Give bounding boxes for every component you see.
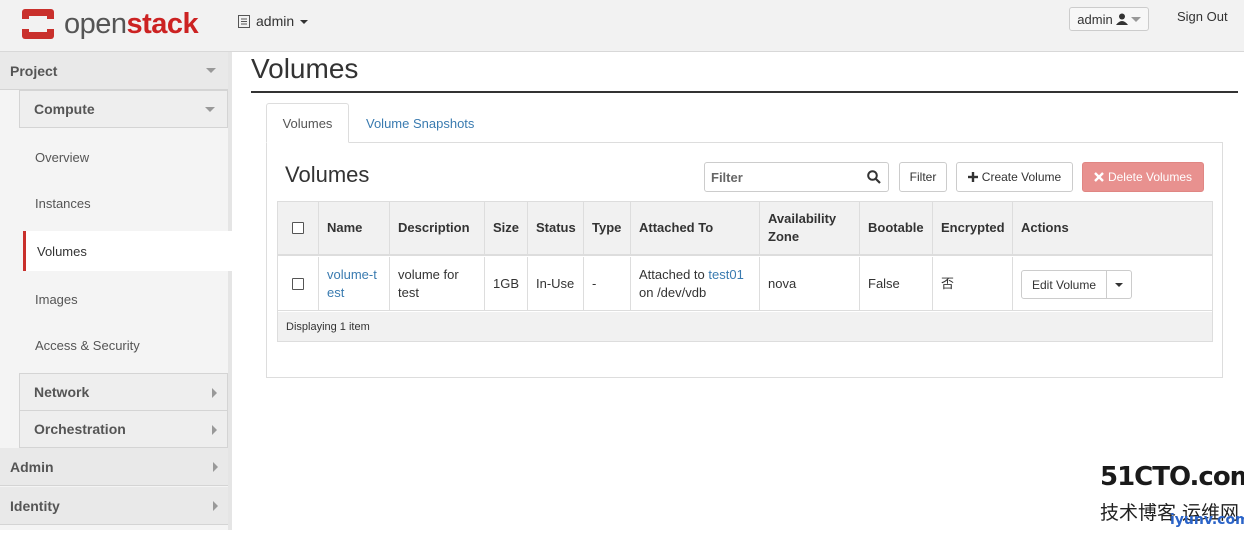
sidebar-group-label: Compute [34, 101, 95, 117]
sidebar-item-overview[interactable]: Overview [23, 137, 228, 177]
title-divider [251, 91, 1238, 93]
sidebar-item-volumes[interactable]: Volumes [23, 231, 232, 271]
sidebar-item-access-security[interactable]: Access & Security [23, 325, 228, 365]
chevron-down-icon [1115, 283, 1123, 287]
chevron-right-icon [212, 388, 217, 398]
cell-bootable: False [860, 257, 933, 310]
tab-volumes[interactable]: Volumes [266, 103, 349, 143]
search-icon[interactable] [867, 170, 881, 184]
project-switcher-label: admin [256, 13, 295, 29]
row-actions-dropdown-toggle[interactable] [1107, 270, 1132, 299]
cell-type: - [584, 257, 631, 310]
filter-input[interactable] [705, 163, 865, 191]
sidebar-section-identity[interactable]: Identity [0, 487, 228, 525]
plus-icon [967, 172, 978, 182]
column-header-name[interactable]: Name [319, 202, 390, 254]
select-all-checkbox[interactable] [292, 222, 304, 234]
cell-description: volume for test [390, 257, 485, 310]
openstack-logo-icon [20, 9, 56, 39]
sidebar-item-label: Instances [35, 195, 91, 211]
chevron-right-icon [212, 425, 217, 435]
column-header-attached-to[interactable]: Attached To [631, 202, 760, 254]
watermark-url: iyunv.com [1170, 512, 1244, 528]
column-header-encrypted[interactable]: Encrypted [933, 202, 1013, 254]
filter-box [704, 162, 889, 192]
filter-button[interactable]: Filter [899, 162, 947, 192]
watermark-logo-text: 51CTO.com [1100, 462, 1244, 492]
chevron-down-icon [1130, 16, 1141, 22]
table-title: Volumes [285, 162, 370, 187]
chevron-down-icon [205, 107, 215, 112]
row-checkbox[interactable] [292, 277, 304, 290]
sidebar-item-instances[interactable]: Instances [23, 183, 228, 223]
tab-volume-snapshots[interactable]: Volume Snapshots [358, 103, 482, 143]
table-row: volume-test volume for test 1GB In-Use -… [278, 257, 1212, 311]
column-header-actions: Actions [1021, 220, 1069, 235]
sign-out-link[interactable]: Sign Out [1177, 9, 1228, 24]
column-header-availability-zone[interactable]: Availability Zone [760, 202, 860, 254]
logo-text: openstack [64, 7, 199, 40]
user-menu-button[interactable]: admin [1069, 7, 1149, 31]
column-header-bootable[interactable]: Bootable [860, 202, 933, 254]
column-header-description[interactable]: Description [390, 202, 485, 254]
sidebar-item-images[interactable]: Images [23, 279, 228, 319]
close-icon [1094, 172, 1104, 182]
column-header-size[interactable]: Size [485, 202, 528, 254]
project-list-icon [238, 14, 250, 28]
cell-status: In-Use [528, 257, 584, 310]
create-volume-label: Create Volume [981, 170, 1062, 184]
attached-device: on /dev/vdb [639, 284, 707, 300]
watermark: 51CTO.com 技术博客 运维网 iyunv.com [1100, 462, 1244, 532]
sidebar-item-label: Images [35, 291, 78, 307]
sidebar-group-orchestration[interactable]: Orchestration [19, 410, 228, 448]
sidebar-group-label: Network [34, 384, 90, 400]
create-volume-button[interactable]: Create Volume [956, 162, 1073, 192]
project-switcher[interactable]: admin [238, 13, 309, 29]
chevron-down-icon [206, 68, 216, 73]
delete-volumes-label: Delete Volumes [1107, 170, 1193, 184]
sidebar-item-label: Volumes [37, 243, 87, 259]
table-header-row: Name Description Size Status Type Attach… [278, 202, 1212, 256]
top-navbar: openstack admin admin Sign Out [0, 0, 1244, 52]
sidebar-item-label: Access & Security [35, 337, 140, 353]
user-icon [1115, 13, 1128, 25]
cell-size: 1GB [485, 257, 528, 310]
delete-volumes-button[interactable]: Delete Volumes [1082, 162, 1204, 192]
cell-encrypted: 否 [933, 257, 1013, 310]
cell-name: volume-test [319, 257, 390, 310]
sidebar-group-compute[interactable]: Compute [19, 90, 228, 128]
select-all-cell [278, 202, 319, 254]
page-title: Volumes [251, 53, 359, 84]
user-menu-label: admin [1077, 11, 1113, 27]
edit-volume-button[interactable]: Edit Volume [1021, 270, 1107, 299]
openstack-logo[interactable]: openstack [20, 6, 199, 42]
volume-name-link[interactable]: volume-test [327, 266, 381, 302]
chevron-down-icon [300, 20, 309, 24]
instance-link[interactable]: test01 [708, 267, 743, 282]
sidebar-section-label: Project [10, 62, 58, 79]
chevron-right-icon [213, 462, 218, 472]
cell-attached-to: Attached to test01 on /dev/vdb [631, 257, 760, 310]
column-header-status[interactable]: Status [528, 202, 584, 254]
sidebar-section-label: Admin [10, 458, 54, 475]
sidebar-section-label: Identity [10, 497, 60, 514]
sidebar-item-label: Overview [35, 149, 90, 165]
sidebar-section-admin[interactable]: Admin [0, 448, 228, 486]
column-header-type[interactable]: Type [584, 202, 631, 254]
sidebar: Project Compute Overview Instances Volum… [0, 52, 232, 530]
cell-availability-zone: nova [760, 257, 860, 310]
sidebar-group-network[interactable]: Network [19, 373, 228, 411]
table-footer: Displaying 1 item [278, 312, 1212, 341]
attached-prefix: Attached to [639, 266, 705, 282]
chevron-right-icon [213, 501, 218, 511]
row-select-cell [278, 257, 319, 310]
volumes-table: Name Description Size Status Type Attach… [277, 201, 1213, 342]
row-actions: Edit Volume [1021, 270, 1132, 299]
sidebar-section-project[interactable]: Project [0, 52, 228, 90]
sidebar-group-label: Orchestration [34, 421, 126, 437]
